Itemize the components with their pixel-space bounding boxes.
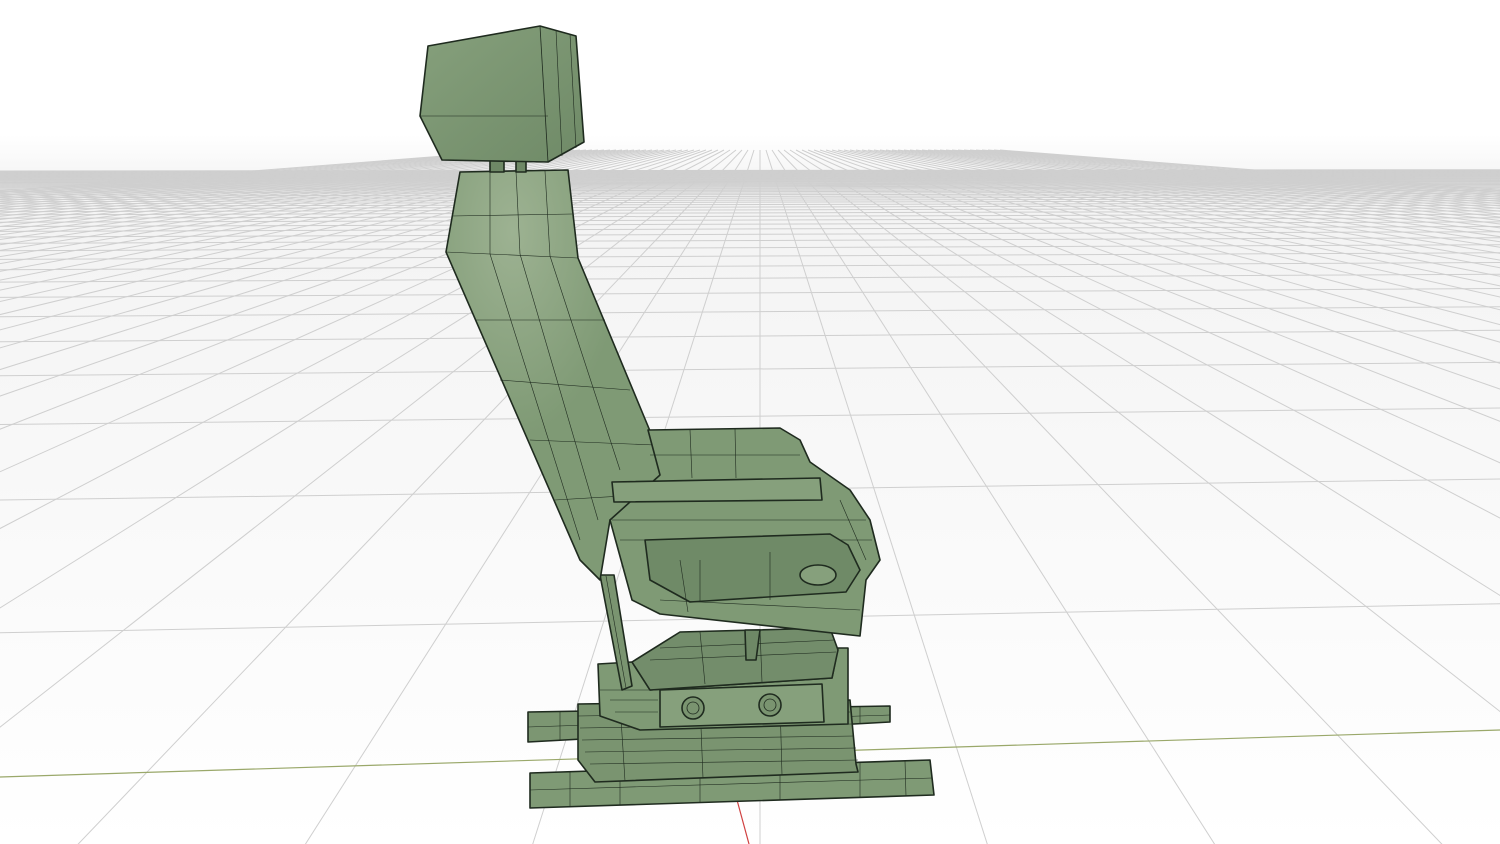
headrest [419,25,585,163]
viewport-canvas[interactable] [0,0,1500,844]
3d-viewport[interactable] [0,0,1500,844]
